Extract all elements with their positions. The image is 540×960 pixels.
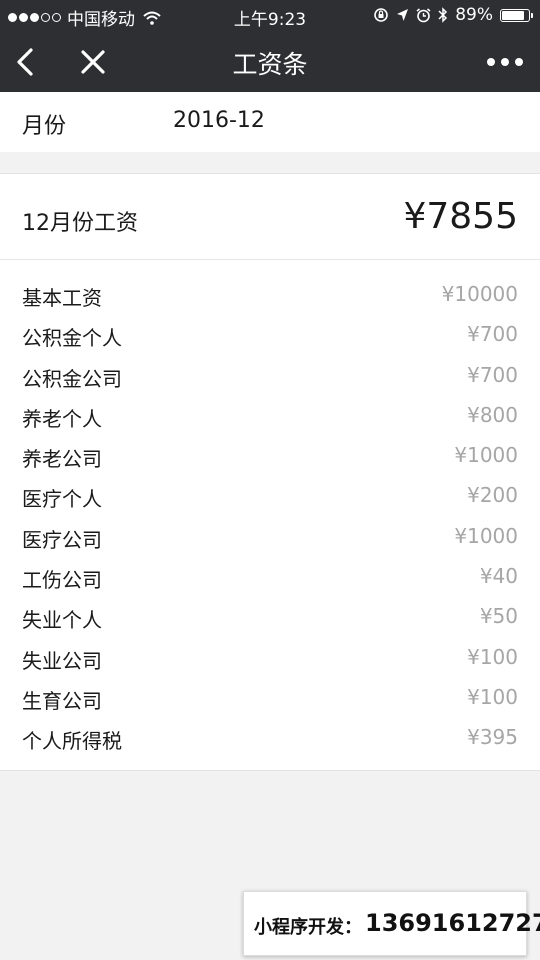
- battery-fill: [502, 10, 525, 20]
- salary-item-name: 失业个人: [22, 608, 102, 633]
- orientation-lock-icon: [374, 8, 389, 22]
- total-salary-value: ¥7855: [403, 196, 518, 237]
- status-right: 89%: [373, 5, 533, 25]
- month-value: 2016-12: [173, 108, 265, 133]
- more-dots-icon: [487, 58, 523, 66]
- salary-item-name: 医疗公司: [22, 527, 102, 552]
- salary-item-row: 养老公司 ¥1000: [0, 437, 540, 477]
- salary-item-amount: ¥10000: [441, 282, 518, 306]
- salary-item-amount: ¥200: [467, 483, 518, 508]
- salary-item-row: 医疗个人 ¥200: [0, 477, 540, 517]
- salary-item-amount: ¥700: [467, 322, 518, 347]
- salary-item-row: 生育公司 ¥100: [0, 679, 540, 719]
- nav-bar: 工资条: [0, 32, 540, 92]
- salary-item-name: 养老个人: [22, 406, 102, 431]
- salary-item-amount: ¥50: [479, 604, 518, 629]
- salary-item-name: 公积金个人: [22, 326, 122, 351]
- battery-icon: [500, 8, 533, 22]
- salary-item-row: 公积金个人 ¥700: [0, 316, 540, 356]
- salary-item-list: 基本工资 ¥10000 公积金个人 ¥700 公积金公司 ¥700 养老个人 ¥800 养老公司…: [0, 276, 540, 760]
- month-row[interactable]: 月份 2016-12: [0, 92, 540, 152]
- battery-percent: 89%: [455, 5, 493, 25]
- alarm-icon: [416, 7, 431, 22]
- promo-phone: 13691612727: [365, 909, 540, 937]
- salary-item-amount: ¥800: [467, 402, 518, 427]
- divider: [0, 259, 540, 260]
- salary-item-amount: ¥40: [479, 564, 518, 589]
- salary-item-row: 基本工资 ¥10000: [0, 276, 540, 316]
- salary-item-name: 工伤公司: [22, 568, 102, 593]
- salary-item-amount: ¥700: [467, 362, 518, 387]
- salary-item-row: 公积金公司 ¥700: [0, 357, 540, 397]
- total-salary-label: 12月份工资: [22, 211, 138, 236]
- month-label: 月份: [22, 114, 67, 139]
- salary-item-name: 基本工资: [22, 286, 102, 310]
- salary-item-name: 养老公司: [22, 447, 102, 472]
- bluetooth-icon: [438, 7, 448, 23]
- salary-item-row: 个人所得税 ¥395: [0, 719, 540, 759]
- salary-item-amount: ¥395: [467, 725, 518, 750]
- salary-card: 12月份工资 ¥7855 基本工资 ¥10000 公积金个人 ¥700 公积金公司 ¥70…: [0, 173, 540, 771]
- promo-label: 小程序开发：: [254, 917, 362, 938]
- more-button[interactable]: [480, 42, 530, 82]
- salary-item-row: 失业公司 ¥100: [0, 639, 540, 679]
- promo-banner: 小程序开发： 13691612727: [243, 891, 540, 956]
- salary-item-name: 医疗个人: [22, 487, 102, 512]
- salary-item-row: 工伤公司 ¥40: [0, 558, 540, 598]
- salary-item-name: 失业公司: [22, 648, 102, 673]
- salary-item-amount: ¥100: [467, 684, 518, 709]
- salary-item-row: 失业个人 ¥50: [0, 598, 540, 638]
- salary-item-amount: ¥1000: [454, 443, 518, 468]
- salary-item-row: 医疗公司 ¥1000: [0, 518, 540, 558]
- status-bar: 中国移动 上午9:23 89%: [0, 0, 540, 32]
- salary-item-name: 个人所得税: [22, 729, 122, 754]
- salary-item-row: 养老个人 ¥800: [0, 397, 540, 437]
- salary-item-name: 公积金公司: [22, 366, 122, 391]
- salary-item-amount: ¥1000: [454, 523, 518, 548]
- location-arrow-icon: [397, 9, 409, 21]
- page-title: 工资条: [232, 50, 308, 79]
- salary-item-name: 生育公司: [22, 688, 102, 713]
- salary-item-amount: ¥100: [467, 644, 518, 669]
